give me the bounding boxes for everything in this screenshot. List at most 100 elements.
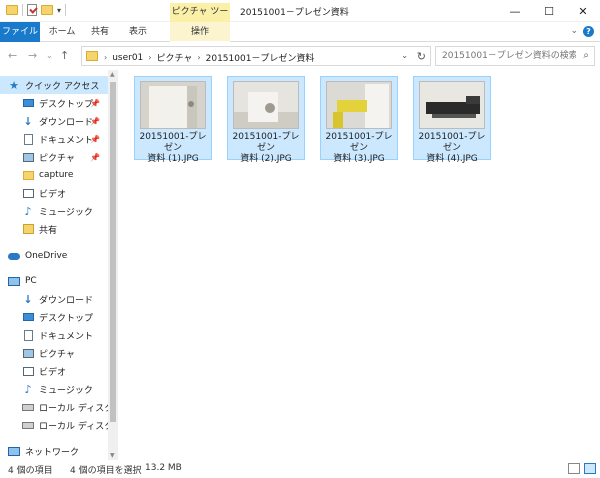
nav-pc-documents[interactable]: ドキュメント <box>0 326 112 344</box>
file-item[interactable]: 20151001-プレゼン 資料 (2).JPG <box>227 76 305 164</box>
pin-icon[interactable]: 📌 <box>90 117 100 126</box>
search-input[interactable] <box>436 47 576 65</box>
nav-item-documents[interactable]: ドキュメント 📌 <box>0 130 112 148</box>
music-icon: ♪ <box>24 204 32 218</box>
document-icon <box>22 329 34 341</box>
title-bar: ▾ ピクチャ ツール 20151001－プレゼン資料 — ☐ ✕ <box>0 0 600 36</box>
breadcrumb-user01[interactable]: user01 <box>112 53 143 63</box>
network-icon <box>8 445 20 457</box>
file-item[interactable]: 20151001-プレゼン 資料 (4).JPG <box>413 76 491 164</box>
help-icon[interactable]: ? <box>583 26 594 37</box>
new-folder-icon[interactable] <box>41 5 53 15</box>
tab-share[interactable]: 共有 <box>84 22 116 42</box>
drive-icon <box>22 419 34 431</box>
nav-item-label: PC <box>25 276 37 286</box>
up-arrow-icon[interactable]: ↑ <box>60 49 69 62</box>
download-icon: ↓ <box>23 292 33 306</box>
scrollbar-thumb[interactable] <box>110 82 116 422</box>
scroll-down-icon[interactable]: ▼ <box>110 452 115 459</box>
details-view-icon[interactable] <box>568 463 580 474</box>
nav-item-videos[interactable]: ビデオ <box>0 184 112 202</box>
large-icons-view-icon[interactable] <box>584 463 596 474</box>
back-arrow-icon[interactable]: ← <box>8 49 17 62</box>
nav-pc-local-disk-d[interactable]: ローカル ディスク (D <box>0 416 118 434</box>
breadcrumb-separator-icon[interactable]: › <box>148 53 151 62</box>
nav-quick-access[interactable]: ★ クイック アクセス <box>0 76 112 94</box>
file-list: 20151001-プレゼン 資料 (1).JPG 20151001-プレゼン 資… <box>118 70 600 460</box>
file-item[interactable]: 20151001-プレゼン 資料 (3).JPG <box>320 76 398 164</box>
nav-item-capture[interactable]: capture <box>0 166 112 184</box>
forward-arrow-icon[interactable]: → <box>28 49 37 62</box>
nav-item-label: ピクチャ <box>39 349 75 360</box>
file-name-line-1: 20151001-プレゼン <box>139 132 207 153</box>
nav-item-desktop[interactable]: デスクトップ 📌 <box>0 94 112 112</box>
tab-manage[interactable]: 操作 <box>170 22 230 42</box>
nav-item-label: ビデオ <box>39 189 67 200</box>
nav-pc-pictures[interactable]: ピクチャ <box>0 344 112 362</box>
file-name-line-2: 資料 (1).JPG <box>147 154 199 164</box>
nav-pc-videos[interactable]: ビデオ <box>0 362 112 380</box>
file-item[interactable]: 20151001-プレゼン 資料 (1).JPG <box>134 76 212 164</box>
breadcrumb-separator-icon[interactable]: › <box>104 53 107 62</box>
minimize-button[interactable]: — <box>498 0 532 22</box>
scroll-up-icon[interactable]: ▲ <box>110 71 115 78</box>
search-icon[interactable]: ⌕ <box>583 50 589 61</box>
nav-pc-music[interactable]: ♪ ミュージック <box>0 380 112 398</box>
refresh-icon[interactable]: ↻ <box>417 50 426 63</box>
nav-pc[interactable]: PC <box>0 272 112 290</box>
tab-file[interactable]: ファイル <box>0 22 40 42</box>
pin-icon[interactable]: 📌 <box>90 135 100 144</box>
image-thumbnail <box>233 81 299 129</box>
status-bar: 4 個の項目 4 個の項目を選択 13.2 MB <box>0 460 600 478</box>
breadcrumb-pictures[interactable]: ピクチャ <box>157 51 193 64</box>
shared-folder-icon <box>22 223 34 235</box>
qat-dropdown-icon[interactable]: ▾ <box>57 6 61 15</box>
nav-item-pictures[interactable]: ピクチャ 📌 <box>0 148 112 166</box>
file-name-line-2: 資料 (4).JPG <box>426 154 478 164</box>
tab-view[interactable]: 表示 <box>120 22 156 42</box>
nav-network[interactable]: ネットワーク <box>0 442 112 460</box>
maximize-button[interactable]: ☐ <box>532 0 566 22</box>
recent-locations-icon[interactable]: ⌄ <box>46 51 53 60</box>
nav-item-shared[interactable]: 共有 <box>0 220 112 238</box>
chevron-down-icon[interactable]: ⌄ <box>570 26 578 36</box>
folder-icon <box>6 5 18 15</box>
ribbon-tabs: ファイル ホーム 共有 表示 操作 ⌄ ? <box>0 22 600 42</box>
cloud-icon <box>8 250 20 262</box>
search-box[interactable]: ⌕ <box>435 46 595 66</box>
music-icon: ♪ <box>24 382 32 396</box>
file-name-line-1: 20151001-プレゼン <box>325 132 393 153</box>
picture-tools-header: ピクチャ ツール <box>170 3 230 36</box>
address-dropdown-icon[interactable]: ⌄ <box>401 51 408 60</box>
nav-item-music[interactable]: ♪ ミュージック <box>0 202 112 220</box>
nav-item-label: ダウンロード <box>39 117 94 128</box>
pictures-icon <box>22 347 34 359</box>
breadcrumb-separator-icon[interactable]: › <box>197 53 200 62</box>
nav-pc-local-disk-c[interactable]: ローカル ディスク (C <box>0 398 118 416</box>
nav-item-label: OneDrive <box>25 251 68 261</box>
nav-pc-desktop[interactable]: デスクトップ <box>0 308 112 326</box>
star-icon: ★ <box>9 78 19 92</box>
pin-icon[interactable]: 📌 <box>90 153 100 162</box>
nav-scrollbar[interactable]: ▲ ▼ <box>108 70 118 460</box>
nav-onedrive[interactable]: OneDrive <box>0 247 112 265</box>
window-controls: — ☐ ✕ <box>498 0 600 22</box>
nav-item-label: デスクトップ <box>39 99 94 110</box>
video-icon <box>22 365 34 377</box>
image-thumbnail <box>326 81 392 129</box>
quick-access-toolbar: ▾ <box>6 4 67 16</box>
video-icon <box>22 187 34 199</box>
close-button[interactable]: ✕ <box>566 0 600 22</box>
window-title: 20151001－プレゼン資料 <box>240 8 349 18</box>
nav-item-label: ローカル ディスク (C <box>39 403 118 414</box>
tab-home[interactable]: ホーム <box>44 22 80 42</box>
pin-icon[interactable]: 📌 <box>90 99 100 108</box>
address-bar[interactable]: › user01 › ピクチャ › 20151001－プレゼン資料 ⌄ ↻ <box>81 46 431 66</box>
nav-item-label: ローカル ディスク (D <box>39 421 118 432</box>
status-item-count: 4 個の項目 <box>8 466 53 476</box>
breadcrumb-current-folder[interactable]: 20151001－プレゼン資料 <box>206 51 315 64</box>
nav-pc-downloads[interactable]: ↓ ダウンロード <box>0 290 112 308</box>
properties-icon[interactable] <box>27 4 37 16</box>
nav-item-downloads[interactable]: ↓ ダウンロード 📌 <box>0 112 112 130</box>
status-selection: 4 個の項目を選択 <box>70 466 142 476</box>
